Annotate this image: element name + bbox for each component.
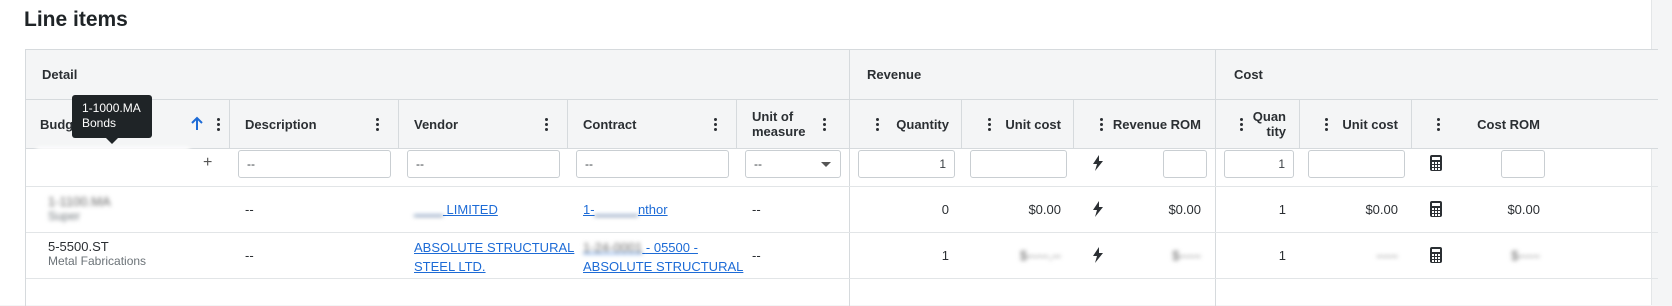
revenue-rom-input[interactable]: [1163, 150, 1207, 178]
cost-unit-cost-cell: -----: [1376, 248, 1398, 263]
divider: [398, 100, 399, 148]
budget-code-cell: 1-1100.MA Super: [48, 194, 111, 224]
cost-unit-cost-cell: $0.00: [1365, 202, 1398, 217]
unit-cell: --: [752, 248, 761, 263]
cost-unit-cost-input[interactable]: [1308, 150, 1405, 178]
cost-quantity-cell: 1: [1278, 248, 1286, 263]
cost-quantity-cell: 1: [1278, 202, 1286, 217]
budget-code-cell: 5-5500.ST Metal Fabrications: [48, 239, 147, 269]
divider: [1299, 100, 1300, 148]
col-cost-quantity[interactable]: Quan tity: [1233, 100, 1286, 148]
section-title: Line items: [24, 8, 128, 31]
unit-cell: --: [752, 202, 761, 217]
cost-rom-input[interactable]: [1501, 150, 1545, 178]
vendor-input[interactable]: --: [407, 150, 560, 178]
col-vendor[interactable]: Vendor: [414, 100, 554, 148]
column-menu-icon[interactable]: [1093, 116, 1109, 132]
add-icon[interactable]: +: [203, 154, 212, 172]
col-contract[interactable]: Contract: [583, 100, 723, 148]
divider: [1215, 50, 1216, 306]
col-description[interactable]: Description: [245, 100, 385, 148]
revenue-rom-cell: $0.00: [1168, 202, 1201, 217]
column-menu-icon[interactable]: [707, 116, 723, 132]
column-menu-icon[interactable]: [1430, 116, 1446, 132]
arrow-up-icon[interactable]: [190, 116, 206, 132]
quantity-cell: 0: [941, 202, 949, 217]
contract-link[interactable]: 1-24-0001 - 05500 - ABSOLUTE STRUCTURAL: [583, 238, 743, 276]
description-cell: --: [245, 248, 254, 263]
divider: [849, 50, 850, 306]
column-menu-icon[interactable]: [538, 116, 554, 132]
unit-of-measure-select[interactable]: --: [745, 150, 841, 178]
divider: [736, 100, 737, 148]
col-revenue-rom[interactable]: Revenue ROM: [1093, 100, 1201, 148]
cost-rom-cell: $-----: [1511, 248, 1540, 263]
row-divider: [26, 232, 1658, 233]
line-items-table: Detail Revenue Cost Budge Description Ve…: [25, 49, 1658, 306]
col-cost-unit-cost[interactable]: Unit cost: [1318, 100, 1398, 148]
cost-quantity-input[interactable]: 1: [1224, 150, 1294, 178]
band-cost: Cost: [1216, 50, 1658, 100]
contract-link[interactable]: 1-______nthor: [583, 202, 668, 217]
budget-code-tooltip: 1-1000.MA Bonds: [72, 95, 152, 144]
contract-input[interactable]: --: [576, 150, 729, 178]
calculator-icon[interactable]: [1429, 155, 1443, 171]
description-input[interactable]: --: [238, 150, 391, 178]
column-menu-icon[interactable]: [210, 116, 226, 132]
chevron-down-icon: [821, 162, 831, 167]
cost-rom-cell: $0.00: [1507, 202, 1540, 217]
column-menu-icon[interactable]: [981, 116, 997, 132]
column-menu-icon[interactable]: [816, 116, 832, 132]
col-unit-cost[interactable]: Unit cost: [981, 100, 1061, 148]
line-items-panel: Line items Detail Revenue Cost Budge Des…: [0, 0, 1658, 306]
row-divider: [26, 186, 1658, 187]
column-menu-icon[interactable]: [369, 116, 385, 132]
lightning-icon[interactable]: [1091, 155, 1105, 171]
col-quantity[interactable]: Quantity: [869, 100, 949, 148]
column-menu-icon[interactable]: [869, 116, 885, 132]
band-detail: Detail: [26, 50, 849, 100]
quantity-cell: 1: [941, 248, 949, 263]
divider: [1411, 100, 1412, 148]
revenue-rom-cell: $-----: [1172, 248, 1201, 263]
row-divider: [26, 278, 1658, 279]
band-revenue: Revenue: [850, 50, 1215, 100]
unit-cost-cell: $0.00: [1028, 202, 1061, 217]
col-unit-of-measure[interactable]: Unit of measure: [752, 100, 832, 148]
unit-cost-cell: $-----.--: [1019, 248, 1061, 263]
column-menu-icon[interactable]: [1318, 116, 1334, 132]
divider: [229, 100, 230, 148]
unit-cost-input[interactable]: [970, 150, 1067, 178]
divider: [567, 100, 568, 148]
quantity-input[interactable]: 1: [858, 150, 955, 178]
column-menu-icon[interactable]: [1233, 116, 1249, 132]
vendor-link[interactable]: ____ LIMITED: [414, 202, 498, 217]
divider: [1073, 100, 1074, 148]
divider: [961, 100, 962, 148]
vendor-link[interactable]: ABSOLUTE STRUCTURAL STEEL LTD.: [414, 238, 574, 276]
description-cell: --: [245, 202, 254, 217]
col-cost-rom[interactable]: Cost ROM: [1430, 100, 1540, 148]
budget-code-input[interactable]: [36, 147, 190, 179]
